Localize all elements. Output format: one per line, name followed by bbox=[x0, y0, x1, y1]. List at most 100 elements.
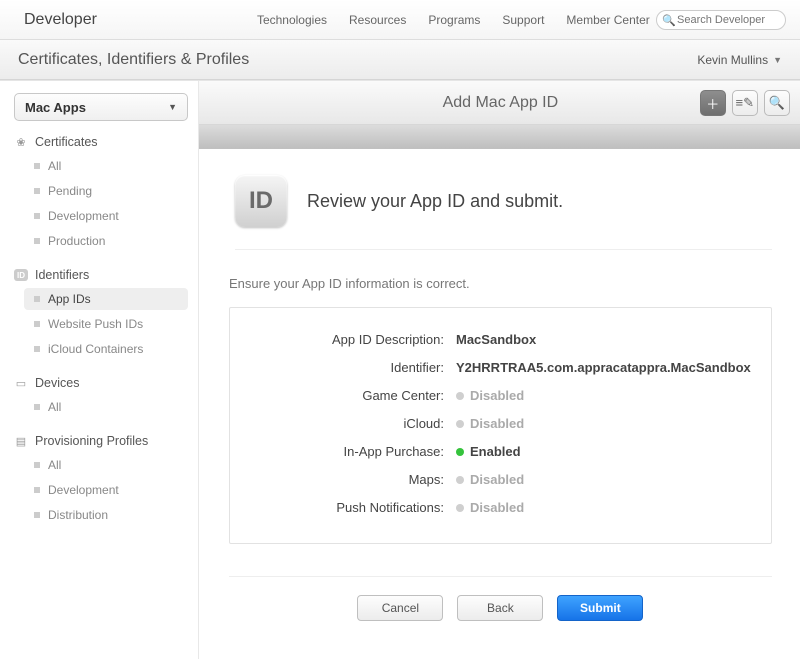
square-icon bbox=[34, 238, 40, 244]
square-icon bbox=[34, 163, 40, 169]
field-value: Disabled bbox=[456, 388, 524, 403]
sidebar-item-prov-development[interactable]: Development bbox=[24, 479, 188, 501]
sidebar: Mac Apps ▼ ❀ Certificates All Pending De… bbox=[0, 81, 199, 659]
sidebar-item-website-push-ids[interactable]: Website Push IDs bbox=[24, 313, 188, 335]
row-game-center: Game Center: Disabled bbox=[250, 388, 751, 403]
sidebar-item-cert-development[interactable]: Development bbox=[24, 205, 188, 227]
status-text: Disabled bbox=[470, 388, 524, 403]
add-button[interactable]: ＋ bbox=[700, 90, 726, 116]
user-name: Kevin Mullins bbox=[697, 53, 768, 67]
field-label: Maps: bbox=[250, 472, 456, 487]
sidebar-item-app-ids[interactable]: App IDs bbox=[24, 288, 188, 310]
square-icon bbox=[34, 404, 40, 410]
review-head: ID Review your App ID and submit. bbox=[235, 175, 772, 250]
sidebar-item-cert-pending[interactable]: Pending bbox=[24, 180, 188, 202]
sidebar-section-devices: ▭ Devices All bbox=[14, 376, 188, 418]
content: Add Mac App ID ＋ ≡✎ 🔍 ID Review your App… bbox=[199, 81, 800, 659]
search-button[interactable]: 🔍 bbox=[764, 90, 790, 116]
sidebar-head-devices[interactable]: ▭ Devices bbox=[14, 376, 188, 390]
nav-support[interactable]: Support bbox=[502, 13, 544, 27]
sidebar-head-label: Identifiers bbox=[35, 268, 89, 282]
chevron-down-icon: ▼ bbox=[773, 55, 782, 65]
square-icon bbox=[34, 188, 40, 194]
sidebar-item-label: All bbox=[48, 458, 61, 472]
row-identifier: Identifier: Y2HRRTRAA5.com.appracatappra… bbox=[250, 360, 751, 375]
edit-button[interactable]: ≡✎ bbox=[732, 90, 758, 116]
cancel-button[interactable]: Cancel bbox=[357, 595, 443, 621]
ribbon-icon: ❀ bbox=[14, 135, 28, 149]
sidebar-head-label: Provisioning Profiles bbox=[35, 434, 148, 448]
ensure-text: Ensure your App ID information is correc… bbox=[229, 276, 772, 291]
nav-programs[interactable]: Programs bbox=[428, 13, 480, 27]
app-id-panel: App ID Description: MacSandbox Identifie… bbox=[229, 307, 772, 544]
row-icloud: iCloud: Disabled bbox=[250, 416, 751, 431]
square-icon bbox=[34, 462, 40, 468]
sidebar-item-label: iCloud Containers bbox=[48, 342, 143, 356]
page-title: Certificates, Identifiers & Profiles bbox=[18, 51, 249, 69]
field-label: iCloud: bbox=[250, 416, 456, 431]
sidebar-section-identifiers: ID Identifiers App IDs Website Push IDs … bbox=[14, 268, 188, 360]
back-button[interactable]: Back bbox=[457, 595, 543, 621]
sidebar-item-prov-distribution[interactable]: Distribution bbox=[24, 504, 188, 526]
status-dot-icon bbox=[456, 504, 464, 512]
search-icon: 🔍 bbox=[769, 95, 785, 111]
sidebar-item-label: Pending bbox=[48, 184, 92, 198]
document-icon: ▤ bbox=[14, 434, 28, 448]
sidebar-item-label: All bbox=[48, 400, 61, 414]
footer-buttons: Cancel Back Submit bbox=[229, 576, 772, 635]
field-value: Enabled bbox=[456, 444, 521, 459]
status-dot-icon bbox=[456, 476, 464, 484]
devices-icon: ▭ bbox=[14, 376, 28, 390]
nav-technologies[interactable]: Technologies bbox=[257, 13, 327, 27]
square-icon bbox=[34, 346, 40, 352]
platform-select[interactable]: Mac Apps ▼ bbox=[14, 93, 188, 121]
platform-label: Mac Apps bbox=[25, 100, 86, 115]
sidebar-item-cert-all[interactable]: All bbox=[24, 155, 188, 177]
sidebar-item-label: All bbox=[48, 159, 61, 173]
steel-bar bbox=[199, 125, 800, 149]
status-dot-icon bbox=[456, 448, 464, 456]
status-text: Disabled bbox=[470, 416, 524, 431]
sidebar-head-identifiers[interactable]: ID Identifiers bbox=[14, 268, 188, 282]
topnav-links: Technologies Resources Programs Support … bbox=[257, 13, 650, 27]
id-badge-icon: ID bbox=[235, 175, 287, 227]
brand-label: Developer bbox=[24, 11, 97, 29]
sidebar-item-label: App IDs bbox=[48, 292, 91, 306]
field-value: Disabled bbox=[456, 416, 524, 431]
id-badge-text: ID bbox=[249, 187, 273, 215]
row-iap: In-App Purchase: Enabled bbox=[250, 444, 751, 459]
main-layout: Mac Apps ▼ ❀ Certificates All Pending De… bbox=[0, 80, 800, 659]
sidebar-item-label: Production bbox=[48, 234, 105, 248]
sidebar-head-certificates[interactable]: ❀ Certificates bbox=[14, 135, 188, 149]
sidebar-item-prov-all[interactable]: All bbox=[24, 454, 188, 476]
content-inner: ID Review your App ID and submit. Ensure… bbox=[199, 149, 800, 659]
sidebar-item-devices-all[interactable]: All bbox=[24, 396, 188, 418]
field-value: Disabled bbox=[456, 500, 524, 515]
square-icon bbox=[34, 321, 40, 327]
row-push: Push Notifications: Disabled bbox=[250, 500, 751, 515]
sidebar-item-cert-production[interactable]: Production bbox=[24, 230, 188, 252]
nav-resources[interactable]: Resources bbox=[349, 13, 406, 27]
search-wrap: 🔍 bbox=[656, 10, 786, 30]
field-label: Game Center: bbox=[250, 388, 456, 403]
sidebar-section-certificates: ❀ Certificates All Pending Development P… bbox=[14, 135, 188, 252]
square-icon bbox=[34, 487, 40, 493]
sidebar-head-provisioning[interactable]: ▤ Provisioning Profiles bbox=[14, 434, 188, 448]
sidebar-item-label: Website Push IDs bbox=[48, 317, 143, 331]
square-icon bbox=[34, 296, 40, 302]
sidebar-head-label: Certificates bbox=[35, 135, 98, 149]
plus-icon: ＋ bbox=[706, 94, 719, 113]
id-card-icon: ID bbox=[14, 269, 28, 281]
submit-button[interactable]: Submit bbox=[557, 595, 643, 621]
sidebar-item-icloud-containers[interactable]: iCloud Containers bbox=[24, 338, 188, 360]
content-topbar: Add Mac App ID ＋ ≡✎ 🔍 bbox=[199, 81, 800, 125]
nav-member-center[interactable]: Member Center bbox=[566, 13, 649, 27]
sidebar-head-label: Devices bbox=[35, 376, 79, 390]
top-nav: Developer Technologies Resources Program… bbox=[0, 0, 800, 40]
user-menu[interactable]: Kevin Mullins ▼ bbox=[697, 53, 782, 67]
chevron-down-icon: ▼ bbox=[168, 102, 177, 112]
field-value: Disabled bbox=[456, 472, 524, 487]
review-title: Review your App ID and submit. bbox=[307, 191, 563, 212]
subheader: Certificates, Identifiers & Profiles Kev… bbox=[0, 40, 800, 80]
search-input[interactable] bbox=[656, 10, 786, 30]
